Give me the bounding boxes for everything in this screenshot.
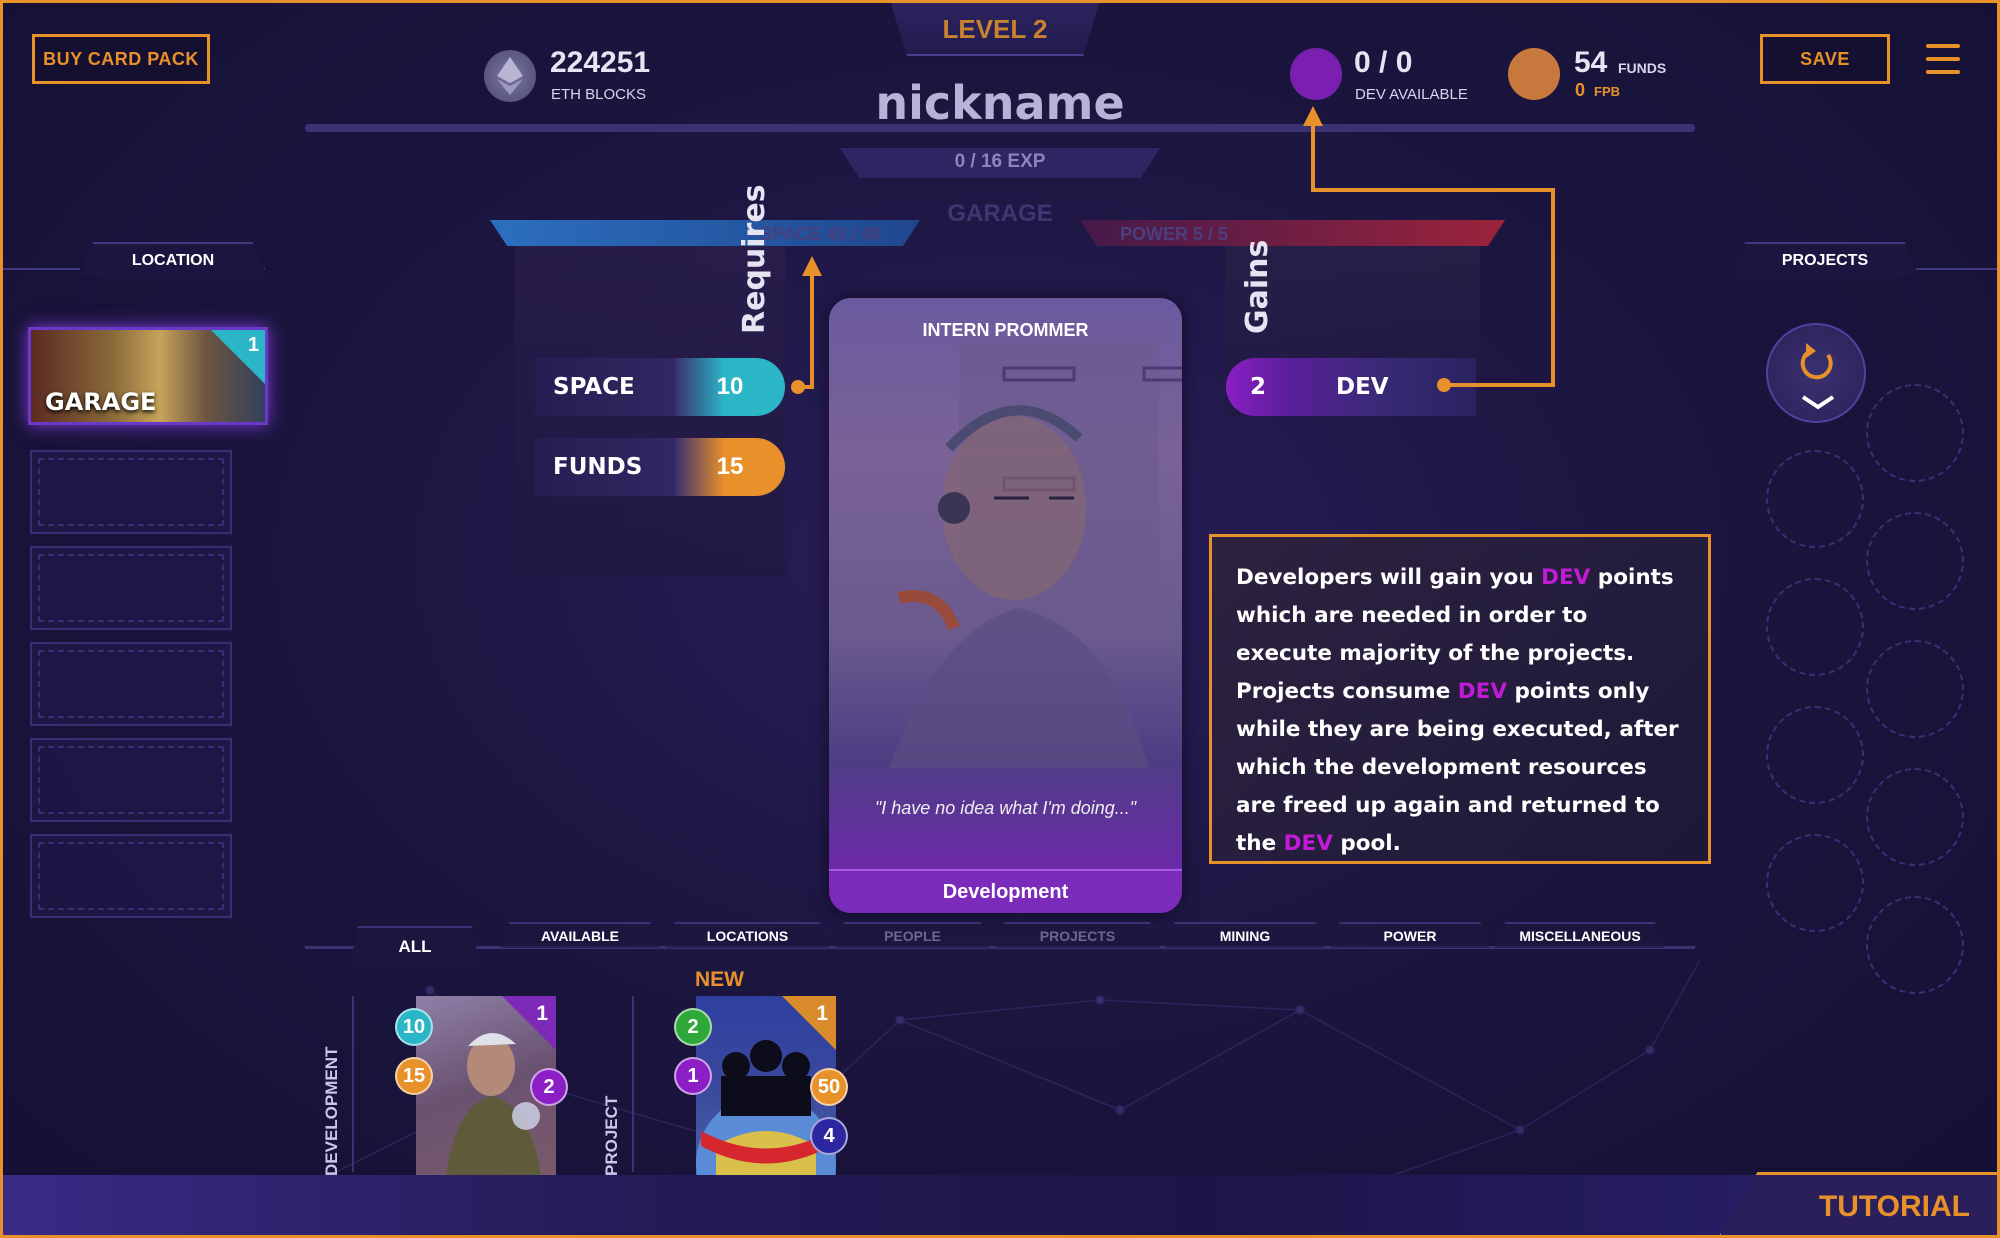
card-type: Development	[829, 869, 1182, 913]
tab-miscellaneous[interactable]: MISCELLANEOUS	[1495, 922, 1665, 948]
tab-available[interactable]: AVAILABLE	[500, 922, 660, 948]
card-artwork	[889, 338, 1182, 768]
selected-card[interactable]: INTERN PROMMER "I have no idea what I'm …	[829, 298, 1182, 913]
project-badge-blue: 4	[810, 1117, 848, 1155]
card-count: 1	[536, 1002, 548, 1025]
category-project: PROJECT	[602, 1095, 621, 1176]
tooltip-highlight: DEV	[1283, 831, 1333, 856]
card-title: INTERN PROMMER	[922, 320, 1089, 340]
tab-projects[interactable]: PROJECTS	[995, 922, 1160, 948]
card-count: 1	[816, 1002, 828, 1025]
tooltip-text: pool.	[1332, 831, 1401, 856]
tab-mining[interactable]: MINING	[1165, 922, 1325, 948]
funds-badge: 15	[395, 1057, 433, 1095]
category-development: DEVELOPMENT	[322, 1046, 341, 1176]
dev-badge: 1	[674, 1057, 712, 1095]
tooltip-text: Developers will gain you	[1236, 565, 1542, 590]
tab-people[interactable]: PEOPLE	[835, 922, 990, 948]
bottom-strip	[0, 1175, 2000, 1238]
funds-badge: 50	[810, 1068, 848, 1106]
new-card-label: NEW	[695, 968, 744, 991]
tab-all[interactable]: ALL	[350, 926, 480, 966]
tab-locations[interactable]: LOCATIONS	[665, 922, 830, 948]
tooltip-highlight: DEV	[1457, 679, 1507, 704]
tutorial-button[interactable]: TUTORIAL	[1718, 1172, 2000, 1238]
card-quote: "I have no idea what I'm doing..."	[874, 798, 1137, 818]
space-badge: 10	[395, 1008, 433, 1046]
tooltip-highlight: DEV	[1541, 565, 1591, 590]
dev-badge: 2	[530, 1068, 568, 1106]
category-divider	[632, 996, 634, 1172]
category-divider	[352, 996, 354, 1172]
tab-power[interactable]: POWER	[1330, 922, 1490, 948]
tutorial-tooltip: Developers will gain you DEV points whic…	[1209, 534, 1711, 864]
tooltip-text: points only while they are being execute…	[1236, 679, 1679, 856]
project-badge-green: 2	[674, 1008, 712, 1046]
